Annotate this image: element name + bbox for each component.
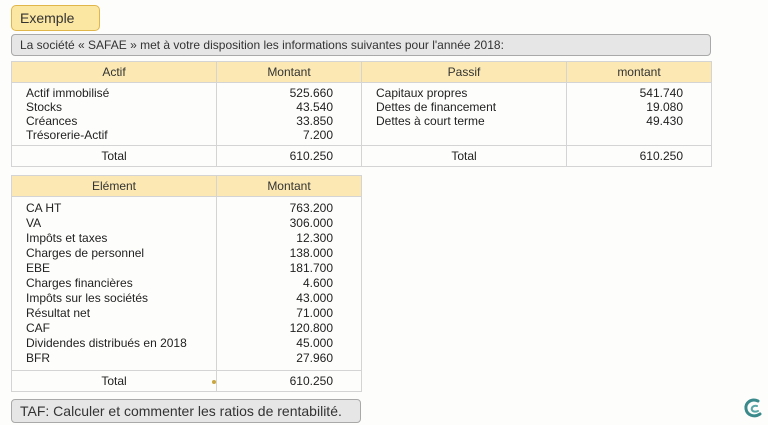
channel-logo-icon bbox=[744, 398, 762, 418]
exemple-label: Exemple bbox=[11, 5, 100, 31]
bilan-header-row: Actif Montant Passif montant bbox=[11, 61, 712, 83]
element-label: Dividendes distribués en 2018 bbox=[26, 336, 187, 350]
passif-value: 19.080 bbox=[646, 100, 683, 114]
passif-label: Dettes à court terme bbox=[376, 114, 485, 128]
element-value: 45.000 bbox=[296, 336, 333, 350]
element-value: 43.000 bbox=[296, 291, 333, 305]
element-value: 12.300 bbox=[296, 231, 333, 245]
intro-text: La société « SAFAE » met à votre disposi… bbox=[11, 34, 711, 56]
header-montant-passif: montant bbox=[566, 61, 712, 83]
total-actif-label: Total bbox=[11, 145, 217, 167]
element-value: 306.000 bbox=[289, 216, 333, 230]
element-label: Impôts sur les sociétés bbox=[26, 291, 149, 305]
passif-values: 541.740 19.080 49.430 bbox=[566, 82, 712, 146]
passif-label: Capitaux propres bbox=[376, 86, 468, 100]
element-label: EBE bbox=[26, 261, 51, 275]
passif-value: 49.430 bbox=[646, 114, 683, 128]
header-montant: Montant bbox=[216, 175, 362, 197]
elements-total-row: Total 610.250 bbox=[11, 370, 362, 392]
element-value: 71.000 bbox=[296, 306, 333, 320]
header-element: Elément bbox=[11, 175, 217, 197]
element-label: VA bbox=[26, 216, 42, 230]
bilan-table: Actif Montant Passif montant Actif immob… bbox=[11, 61, 712, 167]
actif-value: 525.660 bbox=[289, 86, 333, 100]
actif-value: 43.540 bbox=[296, 100, 333, 114]
element-label: CAF bbox=[26, 321, 50, 335]
element-label: CA HT bbox=[26, 201, 62, 215]
passif-labels: Capitaux propres Dettes de financement D… bbox=[361, 82, 567, 146]
header-actif: Actif bbox=[11, 61, 217, 83]
element-value: 181.700 bbox=[289, 261, 333, 275]
passif-label: Dettes de financement bbox=[376, 100, 497, 114]
actif-label: Trésorerie-Actif bbox=[26, 128, 108, 142]
header-montant-actif: Montant bbox=[216, 61, 362, 83]
elements-total-value: 610.250 bbox=[216, 370, 362, 392]
bilan-total-row: Total 610.250 Total 610.250 bbox=[11, 145, 712, 167]
actif-value: 33.850 bbox=[296, 114, 333, 128]
element-labels: CA HT VA Impôts et taxes Charges de pers… bbox=[11, 196, 217, 371]
total-actif-value: 610.250 bbox=[216, 145, 362, 167]
actif-value: 7.200 bbox=[302, 128, 333, 142]
actif-label: Créances bbox=[26, 114, 78, 128]
element-value: 763.200 bbox=[289, 201, 333, 215]
element-label: Résultat net bbox=[26, 306, 91, 320]
total-passif-label: Total bbox=[361, 145, 567, 167]
actif-values: 525.660 43.540 33.850 7.200 bbox=[216, 82, 362, 146]
element-value: 27.960 bbox=[296, 351, 333, 365]
actif-labels: Actif immobilisé Stocks Créances Trésore… bbox=[11, 82, 217, 146]
elements-body-row: CA HT VA Impôts et taxes Charges de pers… bbox=[11, 196, 362, 371]
bilan-body-row: Actif immobilisé Stocks Créances Trésore… bbox=[11, 82, 712, 146]
element-values: 763.200 306.000 12.300 138.000 181.700 4… bbox=[216, 196, 362, 371]
passif-value: 541.740 bbox=[639, 86, 683, 100]
total-passif-value: 610.250 bbox=[566, 145, 712, 167]
header-passif: Passif bbox=[361, 61, 567, 83]
actif-label: Actif immobilisé bbox=[26, 86, 110, 100]
elements-header-row: Elément Montant bbox=[11, 175, 362, 197]
elements-table: Elément Montant CA HT VA Impôts et taxes… bbox=[11, 175, 362, 392]
taf-instruction: TAF: Calculer et commenter les ratios de… bbox=[11, 399, 361, 423]
element-label: Impôts et taxes bbox=[26, 231, 108, 245]
actif-label: Stocks bbox=[26, 100, 63, 114]
element-value: 4.600 bbox=[302, 276, 333, 290]
element-label: Charges financières bbox=[26, 276, 133, 290]
element-label: Charges de personnel bbox=[26, 246, 145, 260]
elements-total-label: Total bbox=[11, 370, 217, 392]
element-label: BFR bbox=[26, 351, 50, 365]
cursor-dot bbox=[212, 380, 216, 384]
element-value: 138.000 bbox=[289, 246, 333, 260]
element-value: 120.800 bbox=[289, 321, 333, 335]
